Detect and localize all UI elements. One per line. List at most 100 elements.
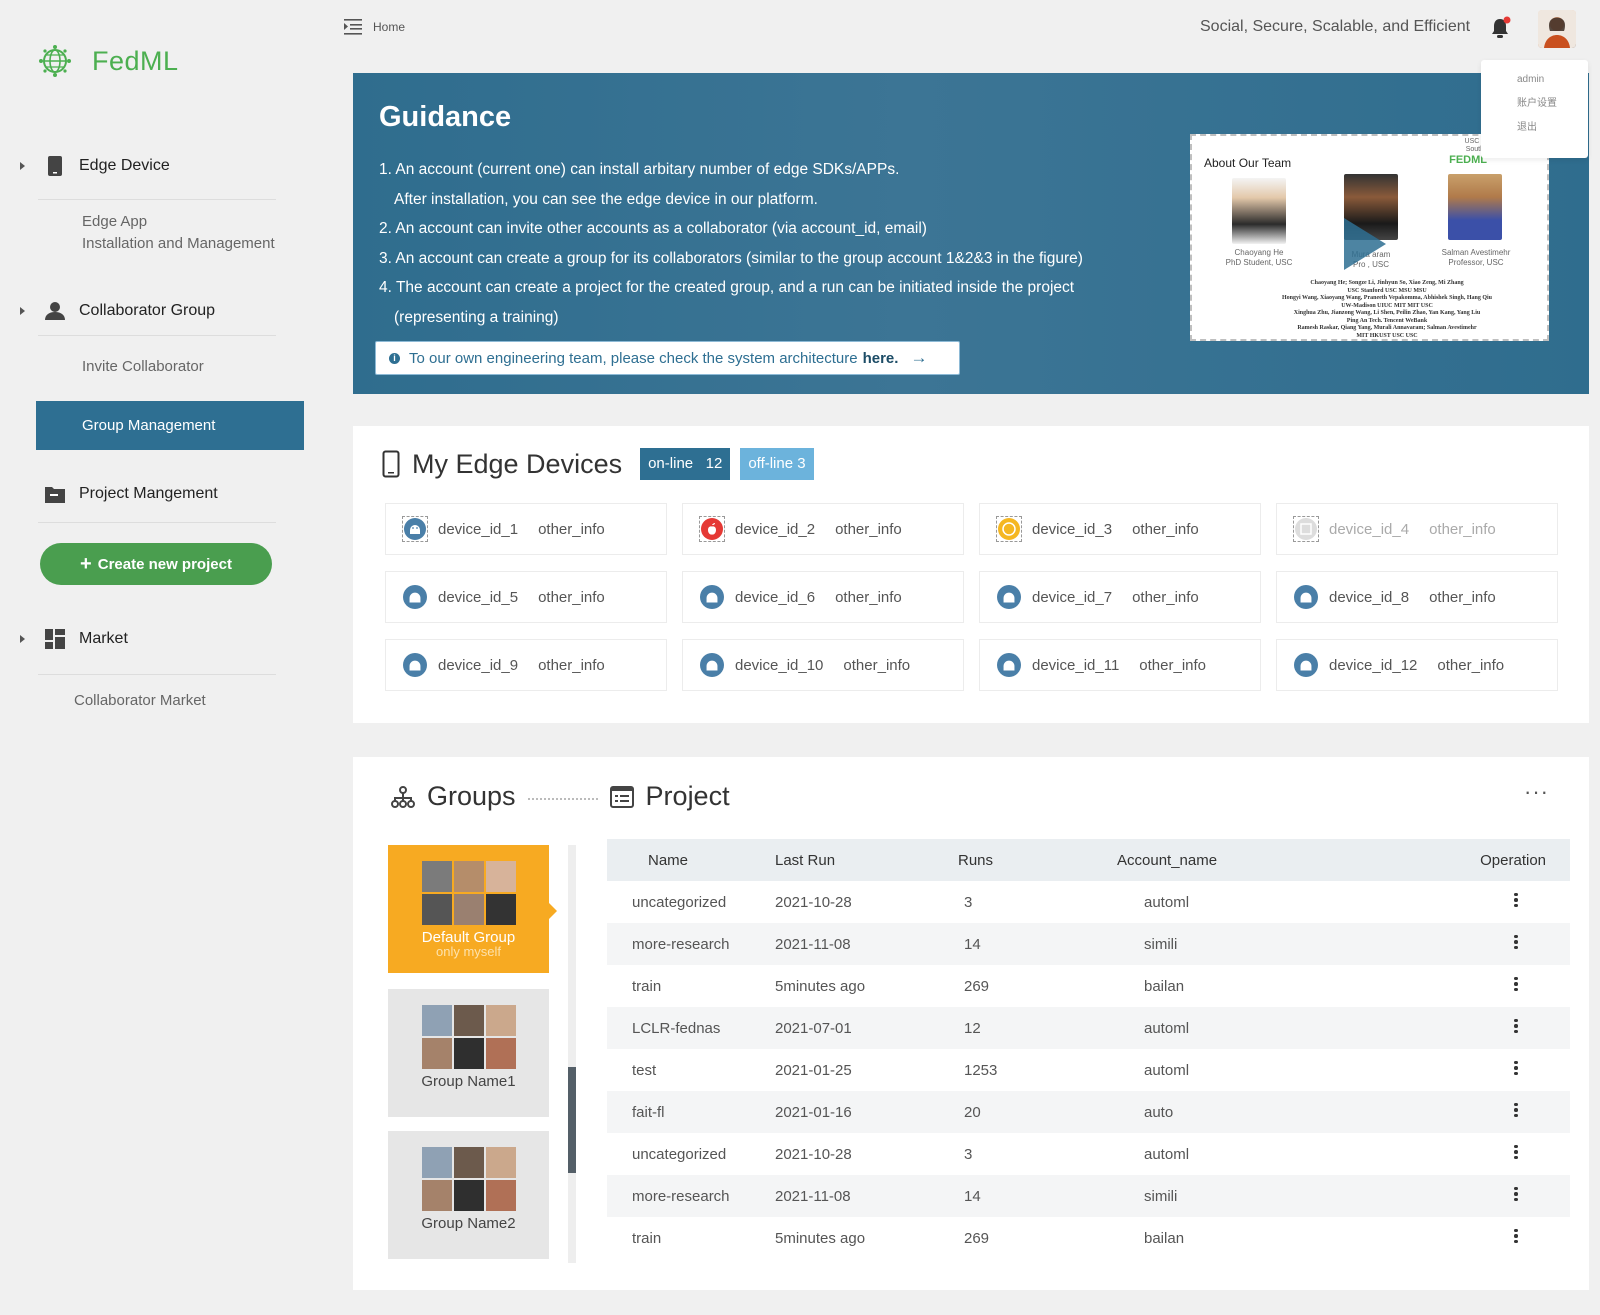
table-row[interactable]: uncategorized 2021-10-28 3 automl: [607, 881, 1570, 923]
col-last-run[interactable]: Last Run: [775, 839, 957, 881]
table-row[interactable]: more-research 2021-11-08 14 simili: [607, 1175, 1570, 1217]
nav-collaborator-group-label: Collaborator Group: [79, 302, 216, 319]
kebab-menu-icon[interactable]: [1514, 891, 1518, 910]
tagline: Social, Secure, Scalable, and Efficient: [1200, 18, 1471, 35]
org-chart-icon: [391, 785, 415, 808]
kebab-menu-icon[interactable]: [1514, 975, 1518, 994]
table-row[interactable]: fait-fl 2021-01-16 20 auto: [607, 1091, 1570, 1133]
caret-right-icon: [20, 162, 25, 170]
kebab-menu-icon[interactable]: [1514, 1185, 1518, 1204]
bell-icon[interactable]: [1490, 16, 1512, 45]
device-card[interactable]: device_id_11 other_info: [979, 639, 1261, 691]
kebab-menu-icon[interactable]: [1514, 1101, 1518, 1120]
kebab-menu-icon[interactable]: [1514, 933, 1518, 952]
table-row[interactable]: uncategorized 2021-10-28 3 automl: [607, 1133, 1570, 1175]
online-badge[interactable]: on-line 12: [640, 448, 731, 480]
home-link[interactable]: Home: [373, 20, 405, 34]
android-icon: [402, 652, 428, 678]
dashboard-icon: [43, 627, 67, 651]
architecture-notice: i To our own engineering team, please ch…: [375, 341, 960, 375]
table-row[interactable]: LCLR-fednas 2021-07-01 12 automl: [607, 1007, 1570, 1049]
nav-edge-device[interactable]: Edge Device: [20, 154, 170, 178]
device-card[interactable]: device_id_2 other_info: [682, 503, 964, 555]
project-title[interactable]: Project: [646, 781, 730, 812]
nav-edge-app[interactable]: Edge App Installation and Management: [82, 211, 275, 255]
nav-group-management[interactable]: Group Management: [36, 401, 304, 450]
mobile-icon: [382, 450, 400, 478]
phone-icon: [43, 154, 67, 178]
device-card[interactable]: device_id_8 other_info: [1276, 571, 1558, 623]
edge-devices-header: My Edge Devices on-line 12 off-line 3: [382, 448, 814, 480]
create-project-button[interactable]: + Create new project: [40, 543, 272, 585]
table-header: Name Last Run Runs Account_name Operatio…: [607, 839, 1570, 881]
play-icon[interactable]: [1344, 218, 1386, 270]
group-card-default[interactable]: Default Group only myself: [388, 845, 557, 973]
nav-project-management[interactable]: Project Mangement: [20, 482, 218, 506]
table-row[interactable]: train 5minutes ago 269 bailan: [607, 1217, 1570, 1259]
group-card-2[interactable]: Group Name2: [388, 1131, 549, 1259]
fedml-logo[interactable]: FedML: [38, 44, 179, 78]
group-avatars: [421, 861, 516, 925]
nav-project-management-label: Project Mangement: [79, 485, 218, 502]
scrollbar-thumb[interactable]: [568, 1067, 576, 1173]
nav-market[interactable]: Market: [20, 627, 128, 651]
menu-fold-icon[interactable]: [344, 18, 364, 35]
android-icon: [1293, 652, 1319, 678]
caret-right-icon: [20, 635, 25, 643]
user-menu-logout[interactable]: 退出: [1517, 116, 1588, 140]
folder-icon: [43, 482, 67, 506]
more-options-icon[interactable]: ···: [1524, 779, 1549, 805]
team-caption: Chaoyang He PhD Student, USC: [1225, 248, 1293, 267]
apple-icon: [699, 516, 725, 542]
nav-invite-collaborator[interactable]: Invite Collaborator: [82, 356, 204, 378]
user-avatar[interactable]: [1538, 10, 1576, 48]
architecture-link[interactable]: here.: [863, 350, 899, 367]
device-chip-icon: [996, 516, 1022, 542]
list-icon: [609, 785, 634, 808]
col-runs[interactable]: Runs: [957, 839, 1117, 881]
group-subtitle: only myself: [435, 944, 502, 959]
device-card[interactable]: device_id_5 other_info: [385, 571, 667, 623]
table-row[interactable]: test 2021-01-25 1253 automl: [607, 1049, 1570, 1091]
nav-collaborator-group[interactable]: Collaborator Group: [20, 299, 215, 323]
breadcrumb[interactable]: Home: [344, 18, 405, 35]
divider: [38, 522, 276, 523]
table-row[interactable]: more-research 2021-11-08 14 simili: [607, 923, 1570, 965]
device-card[interactable]: device_id_1 other_info: [385, 503, 667, 555]
device-card[interactable]: device_id_6 other_info: [682, 571, 964, 623]
user-menu-account-settings[interactable]: 账户设置: [1517, 92, 1588, 116]
kebab-menu-icon[interactable]: [1514, 1017, 1518, 1036]
device-card[interactable]: device_id_12 other_info: [1276, 639, 1558, 691]
kebab-menu-icon[interactable]: [1514, 1227, 1518, 1246]
col-account-name[interactable]: Account_name: [1117, 839, 1450, 881]
table-row[interactable]: train 5minutes ago 269 bailan: [607, 965, 1570, 1007]
device-card[interactable]: device_id_10 other_info: [682, 639, 964, 691]
user-menu-admin[interactable]: admin: [1517, 68, 1588, 92]
groups-scrollbar[interactable]: [568, 845, 576, 1263]
guidance-line: 2. An account can invite other accounts …: [379, 220, 927, 237]
offline-badge[interactable]: off-line 3: [740, 448, 814, 480]
device-card[interactable]: device_id_4 other_info: [1276, 503, 1558, 555]
guidance-banner: Guidance 1. An account (current one) can…: [353, 73, 1589, 394]
nav-collaborator-market[interactable]: Collaborator Market: [74, 690, 206, 712]
group-avatars: [421, 1005, 516, 1069]
caret-right-icon: [20, 307, 25, 315]
groups-project-panel: Groups Project ··· Default Group only my…: [353, 757, 1589, 1290]
col-name[interactable]: Name: [607, 839, 775, 881]
android-icon: [402, 516, 428, 542]
brand-name: FedML: [92, 45, 179, 76]
kebab-menu-icon[interactable]: [1514, 1143, 1518, 1162]
device-offline-icon: [1293, 516, 1319, 542]
group-avatars: [421, 1147, 516, 1211]
device-card[interactable]: device_id_7 other_info: [979, 571, 1261, 623]
nav-edge-device-label: Edge Device: [79, 157, 170, 174]
group-name: Group Name1: [421, 1073, 516, 1090]
arrow-right-icon[interactable]: →: [910, 348, 927, 368]
nav-market-label: Market: [79, 630, 128, 647]
team-video-thumbnail[interactable]: About Our Team USC UniversitySouthern Ca…: [1190, 134, 1549, 341]
group-card-1[interactable]: Group Name1: [388, 989, 549, 1117]
device-card[interactable]: device_id_9 other_info: [385, 639, 667, 691]
kebab-menu-icon[interactable]: [1514, 1059, 1518, 1078]
groups-title[interactable]: Groups: [427, 781, 516, 812]
device-card[interactable]: device_id_3 other_info: [979, 503, 1261, 555]
